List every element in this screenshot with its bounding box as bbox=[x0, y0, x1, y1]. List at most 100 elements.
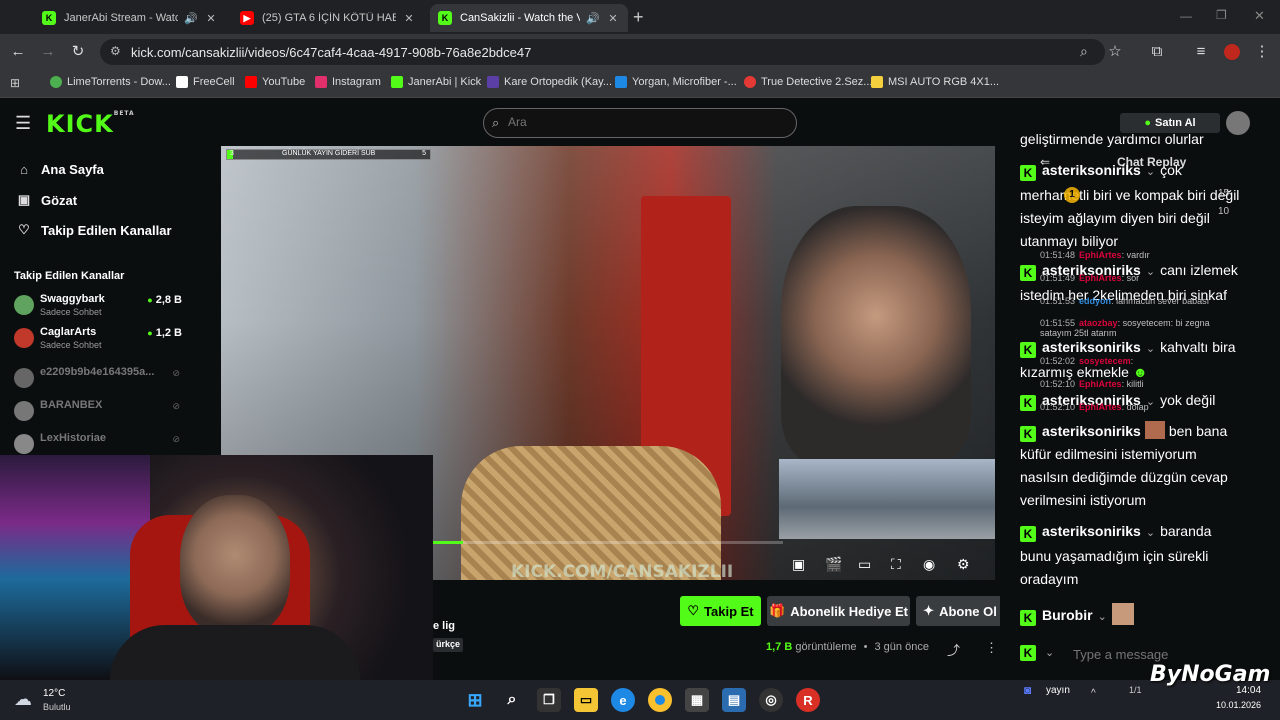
chat-replay-title: Chat Replay bbox=[1117, 155, 1187, 169]
bookmark-yorgan[interactable]: Yorgan, Microfiber -... bbox=[615, 76, 737, 88]
heart-icon: ♡ bbox=[687, 603, 700, 618]
miniplayer-icon[interactable]: ▣ bbox=[792, 556, 805, 573]
replay-line: 01:51:48 EphiArtes: vardır bbox=[1040, 250, 1150, 260]
followed-channel[interactable]: e2209b9b4e164395a... ⊘ bbox=[14, 366, 182, 396]
speaker-icon[interactable]: 🔊 bbox=[184, 12, 198, 25]
streamer-shirt bbox=[110, 625, 360, 680]
subscribe-button[interactable]: ✦ Abone Ol bbox=[916, 596, 1004, 626]
search-icon[interactable]: ⌕ bbox=[500, 688, 524, 712]
star-icon[interactable]: ☆ bbox=[1105, 42, 1125, 62]
search-input[interactable] bbox=[508, 115, 788, 129]
forward-arrow-icon[interactable]: → bbox=[38, 42, 58, 62]
followed-channel[interactable]: CaglarArts Sadece Sohbet 1,2 B bbox=[14, 326, 182, 356]
kick-badge-icon: K bbox=[1020, 645, 1036, 661]
hamburger-menu-icon[interactable]: ☰ bbox=[15, 113, 31, 134]
tab-janerabi[interactable]: K JanerAbi Stream - Watch Live 🔊 ✕ bbox=[34, 4, 226, 32]
extensions-icon[interactable]: ⧉ bbox=[1147, 42, 1167, 62]
settings-gear-icon[interactable]: ⚙ bbox=[957, 556, 970, 573]
gift-sub-button[interactable]: 🎁 Abonelik Hediye Et bbox=[767, 596, 910, 626]
kick-badge-icon: K bbox=[1020, 426, 1036, 442]
stream-title-fragment: e lig bbox=[433, 620, 456, 632]
minimize-icon[interactable]: — bbox=[1180, 9, 1192, 23]
zoom-icon[interactable]: ⌕ bbox=[1080, 43, 1088, 60]
windows-start-icon[interactable]: ⊞ bbox=[463, 688, 487, 712]
replay-line: 01:51:53 eddyon: lahmacun sever babası bbox=[1040, 296, 1210, 306]
bookmark-msi[interactable]: MSI AUTO RGB 4X1... bbox=[871, 76, 999, 88]
file-explorer-icon[interactable]: ▭ bbox=[574, 688, 598, 712]
new-tab-plus-icon[interactable]: + bbox=[633, 7, 644, 28]
kick-badge-icon: K bbox=[1020, 610, 1036, 626]
page-indicator: 1/1 bbox=[1129, 685, 1142, 695]
media-control-icon[interactable]: ≡ bbox=[1191, 42, 1211, 62]
close-tab-icon[interactable]: ✕ bbox=[204, 12, 218, 25]
chrome-browser-icon[interactable] bbox=[648, 688, 672, 712]
bookmark-youtube[interactable]: YouTube bbox=[245, 76, 305, 88]
search-box[interactable]: ⌕ bbox=[483, 108, 797, 138]
home-icon: ⌂ bbox=[20, 162, 28, 177]
weather-temp[interactable]: 12°C bbox=[43, 688, 65, 699]
weather-desc[interactable]: Bulutlu bbox=[43, 702, 71, 712]
apps-grid-icon[interactable]: ⊞ bbox=[10, 76, 20, 90]
maximize-icon[interactable]: ❐ bbox=[1216, 8, 1227, 22]
nav-browse[interactable]: ▣ Gözat bbox=[15, 192, 77, 208]
followed-channel[interactable]: BARANBEX ⊘ bbox=[14, 399, 182, 429]
fullscreen-icon[interactable]: ⛶ bbox=[891, 556, 901, 573]
omnibox[interactable]: ⚙ kick.com/cansakizlii/videos/6c47caf4-4… bbox=[100, 39, 1105, 65]
store-icon[interactable]: ▦ bbox=[685, 688, 709, 712]
app-icon[interactable]: ▤ bbox=[722, 688, 746, 712]
bookmark-kare-ortopedik[interactable]: Kare Ortopedik (Kay... bbox=[487, 76, 612, 88]
search-icon: ⌕ bbox=[492, 115, 500, 130]
close-tab-icon[interactable]: ✕ bbox=[402, 12, 416, 25]
kick-logo[interactable]: KICKBETA bbox=[46, 110, 135, 138]
back-arrow-icon[interactable]: ← bbox=[8, 42, 28, 62]
edge-browser-icon[interactable]: e bbox=[611, 688, 635, 712]
sub-goal-bar: 3 GÜNLÜK YAYIN GİDERİ SUB 5 bbox=[226, 149, 431, 160]
chevron-down-icon[interactable]: ⌄ bbox=[1146, 527, 1155, 539]
close-window-icon[interactable]: ✕ bbox=[1254, 8, 1265, 24]
windows-taskbar bbox=[0, 680, 1280, 720]
task-view-icon[interactable]: ❐ bbox=[537, 688, 561, 712]
chat-message: geliştirmende yardımcı olurlar bbox=[1020, 131, 1204, 147]
tab-youtube[interactable]: ▶ (25) GTA 6 İÇİN KÖTÜ HABER | ... ✕ bbox=[232, 4, 424, 32]
kick-badge-icon: K bbox=[1020, 265, 1036, 281]
bookmark-instagram[interactable]: Instagram bbox=[315, 76, 381, 88]
share-icon[interactable]: ⤴ bbox=[947, 640, 960, 659]
kebab-menu-icon[interactable]: ⋮ bbox=[1252, 42, 1272, 62]
bookmark-janerabi[interactable]: JanerAbi | Kick bbox=[391, 76, 481, 88]
video-watermark: KICK.COM/CANSAKIZLII bbox=[511, 562, 734, 580]
seek-bar[interactable] bbox=[433, 541, 783, 544]
followed-channel[interactable]: Swaggybark Sadece Sohbet 2,8 B bbox=[14, 293, 182, 323]
chevron-down-icon[interactable]: ⌄ bbox=[1045, 646, 1054, 659]
taskbar-search-label[interactable]: yayın bbox=[1046, 685, 1070, 696]
follow-button[interactable]: ♡ Takip Et bbox=[680, 596, 761, 626]
bookmark-limetorrents[interactable]: LimeTorrents - Dow... bbox=[50, 76, 171, 88]
chat-message: Kasteriksoniriks ⌄ baranda bunu yaşamadığı… bbox=[1020, 523, 1212, 587]
nav-home[interactable]: ⌂ Ana Sayfa bbox=[15, 162, 104, 177]
bookmark-true-detective[interactable]: True Detective 2.Sez... bbox=[744, 76, 872, 88]
url-text[interactable]: kick.com/cansakizlii/videos/6c47caf4-4ca… bbox=[131, 45, 531, 60]
tray-chevron-icon[interactable]: ^ bbox=[1091, 688, 1096, 699]
speaker-icon[interactable]: 🔊 bbox=[586, 12, 600, 25]
coin-badge-icon: 1 bbox=[1064, 187, 1080, 203]
recording-app-icon[interactable]: R bbox=[796, 688, 820, 712]
viewer-count: 1,2 B bbox=[147, 327, 182, 339]
close-tab-icon[interactable]: ✕ bbox=[606, 12, 620, 25]
nav-following[interactable]: ♡ Takip Edilen Kanallar bbox=[15, 222, 171, 238]
cards-icon bbox=[176, 76, 188, 88]
chevron-down-icon[interactable]: ⌄ bbox=[1098, 611, 1107, 623]
tab-cansakizlii[interactable]: K CanSakizlii - Watch the VOD 🔊 ✕ bbox=[430, 4, 628, 32]
speed-icon[interactable]: ◉ bbox=[923, 556, 935, 573]
theater-mode-icon[interactable]: ▭ bbox=[858, 556, 871, 573]
more-options-icon[interactable]: ⋮ bbox=[985, 640, 998, 656]
obs-icon[interactable]: ◎ bbox=[759, 688, 783, 712]
profile-avatar[interactable] bbox=[1224, 44, 1240, 60]
heart-icon: ♡ bbox=[18, 222, 30, 237]
kick-icon bbox=[391, 76, 403, 88]
clip-icon[interactable]: 🎬 bbox=[825, 556, 842, 573]
site-info-icon[interactable]: ⚙ bbox=[110, 44, 121, 58]
bookmark-freecell[interactable]: FreeCell bbox=[176, 76, 235, 88]
inset-camera-view bbox=[779, 459, 995, 539]
reload-icon[interactable]: ↻ bbox=[68, 42, 88, 62]
seek-progress bbox=[433, 541, 463, 544]
clock-date[interactable]: 10.01.2026 bbox=[1216, 700, 1261, 710]
